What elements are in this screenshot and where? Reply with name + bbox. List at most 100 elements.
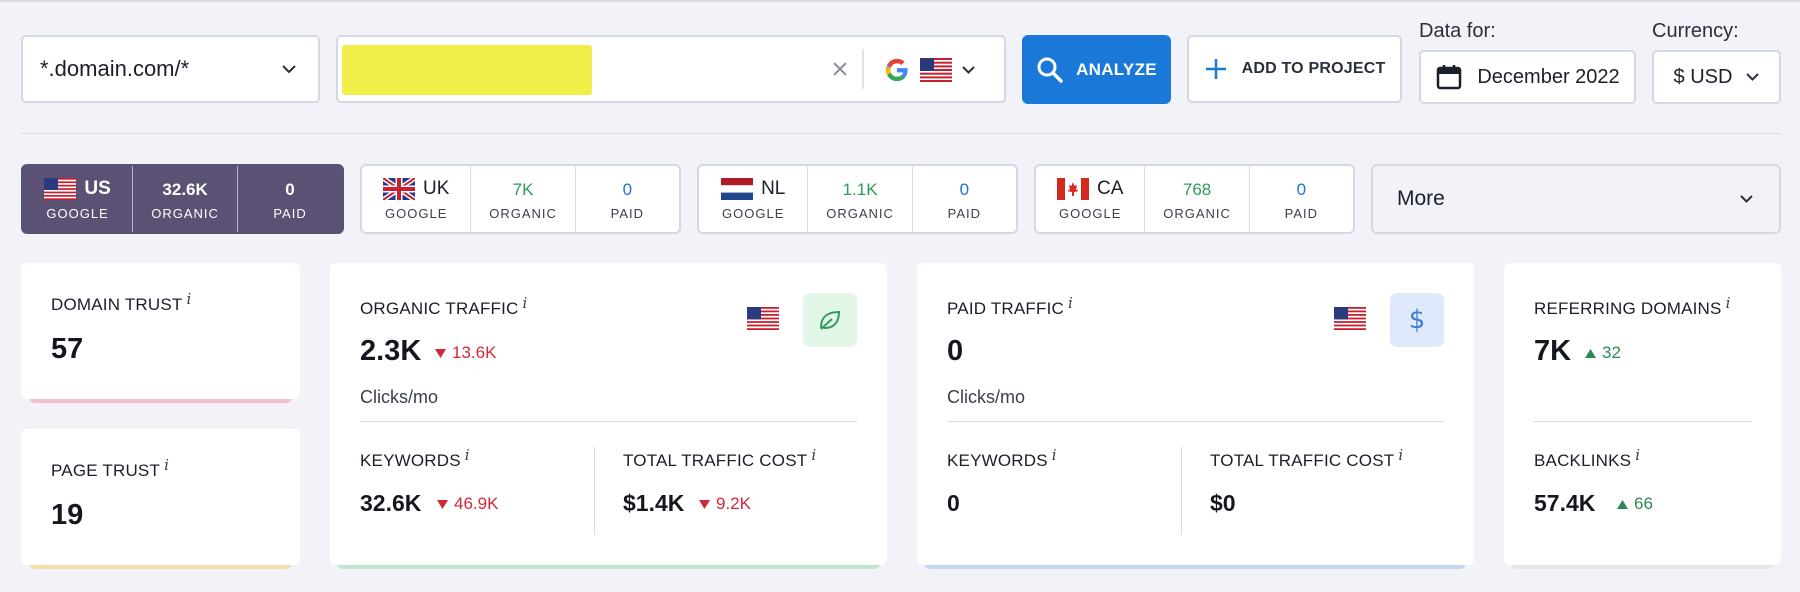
backlinks-delta: 66 <box>1617 494 1653 514</box>
domain-trust-title: DOMAIN TRUST i <box>51 290 192 314</box>
info-icon[interactable]: i <box>1726 294 1731 312</box>
info-icon[interactable]: i <box>164 456 169 474</box>
analyze-button[interactable]: ANALYZE <box>1022 35 1171 104</box>
paid-label: PAID <box>1284 205 1319 221</box>
page-trust-title: PAGE TRUST i <box>51 456 170 480</box>
domain-trust-card: DOMAIN TRUST i 57 <box>21 263 300 399</box>
organic-keywords-delta: 46.9K <box>437 494 498 514</box>
paid-count: 0 <box>622 179 633 199</box>
engine-label: GOOGLE <box>722 205 785 221</box>
organic-traffic-title: ORGANIC TRAFFIC i <box>360 294 528 318</box>
country-tab-nl[interactable]: NL GOOGLE 1.1K ORGANIC 0 PAID <box>697 164 1018 234</box>
referring-domains-card: REFERRING DOMAINS i 7K 32 BACKLINKS i 57.4… <box>1504 263 1781 565</box>
info-icon[interactable]: i <box>1398 446 1403 464</box>
add-to-project-button[interactable]: ADD TO PROJECT <box>1187 35 1402 103</box>
country-tab-us-engine: US GOOGLE <box>23 166 132 232</box>
engine-label: GOOGLE <box>46 205 109 221</box>
paid-count: 0 <box>1296 179 1307 199</box>
paid-traffic-card: PAID TRAFFIC i $ 0 Clicks/mo KEYWORDS i 0 … <box>917 263 1474 565</box>
country-code: UK <box>423 177 450 199</box>
info-icon[interactable]: i <box>465 446 470 464</box>
arrow-down-icon <box>435 348 446 358</box>
country-tab-uk[interactable]: UK GOOGLE 7K ORGANIC 0 PAID <box>360 164 681 234</box>
organic-count: 768 <box>1182 179 1212 199</box>
country-tab-uk-engine: UK GOOGLE <box>362 166 470 232</box>
organic-cost-title: TOTAL TRAFFIC COST i <box>623 446 817 470</box>
organic-keywords-value: 32.6K <box>360 490 422 516</box>
referring-domains-delta: 32 <box>1585 343 1621 363</box>
search-divider <box>862 49 864 89</box>
us-flag-icon <box>920 58 952 82</box>
country-tab-us[interactable]: US GOOGLE 32.6K ORGANIC 0 PAID <box>21 164 344 234</box>
divider <box>1181 447 1182 535</box>
page-trust-card: PAGE TRUST i 19 <box>21 429 300 565</box>
plus-icon <box>1205 59 1226 79</box>
backlinks-title: BACKLINKS i <box>1534 446 1641 470</box>
add-to-project-label: ADD TO PROJECT <box>1241 60 1386 77</box>
paid-label: PAID <box>273 205 307 221</box>
info-icon[interactable]: i <box>186 290 191 308</box>
us-flag-icon <box>44 177 77 200</box>
clear-search-button[interactable] <box>822 51 858 87</box>
info-icon[interactable]: i <box>811 446 816 464</box>
date-select[interactable]: December 2022 <box>1419 50 1636 104</box>
date-value: December 2022 <box>1477 65 1620 88</box>
paid-badge: $ <box>1390 293 1444 347</box>
dollar-icon: $ <box>1408 305 1426 335</box>
paid-cost-value: $0 <box>1210 490 1236 516</box>
engine-label: GOOGLE <box>385 205 448 221</box>
search-engine-select[interactable] <box>878 47 998 93</box>
divider <box>1534 421 1751 422</box>
paid-label: PAID <box>610 205 645 221</box>
divider <box>360 421 857 422</box>
currency-select[interactable]: $ USD <box>1652 50 1781 104</box>
google-logo-icon <box>885 58 908 82</box>
leaf-icon <box>819 310 841 330</box>
page-trust-value: 19 <box>51 499 84 531</box>
domain-mode-select[interactable]: *.domain.com/* <box>21 35 320 103</box>
ca-flag-icon <box>1057 177 1090 200</box>
divider <box>594 447 595 535</box>
info-icon[interactable]: i <box>1052 446 1057 464</box>
country-code: US <box>84 177 111 199</box>
organic-cost-delta: 9.2K <box>699 494 751 514</box>
chevron-down-icon <box>1746 73 1760 81</box>
organic-label: ORGANIC <box>151 205 219 221</box>
us-flag-icon <box>747 307 779 330</box>
arrow-up-icon <box>1585 348 1596 358</box>
info-icon[interactable]: i <box>1068 294 1073 312</box>
country-tab-ca[interactable]: CA GOOGLE 768 ORGANIC 0 PAID <box>1034 164 1355 234</box>
nl-flag-icon <box>721 177 754 200</box>
organic-traffic-unit: Clicks/mo <box>360 387 439 407</box>
chevron-down-icon <box>282 64 296 74</box>
close-icon <box>833 62 847 76</box>
paid-count-cell: 0 PAID <box>911 166 1016 232</box>
arrow-up-icon <box>1617 499 1628 509</box>
organic-label: ORGANIC <box>489 205 557 221</box>
paid-count-cell: 0 PAID <box>1248 166 1353 232</box>
organic-traffic-delta: 13.6K <box>435 343 496 363</box>
chevron-down-icon <box>962 66 975 74</box>
search-box <box>336 35 1006 103</box>
country-code: CA <box>1097 177 1124 199</box>
organic-traffic-value: 2.3K <box>360 335 422 367</box>
paid-traffic-title: PAID TRAFFIC i <box>947 294 1074 318</box>
divider <box>21 133 1781 134</box>
organic-badge <box>803 293 857 347</box>
more-countries-select[interactable]: More <box>1371 164 1781 234</box>
info-icon[interactable]: i <box>523 294 528 312</box>
chevron-down-icon <box>1740 195 1753 203</box>
currency-value: $ USD <box>1673 65 1733 88</box>
top-border <box>0 0 1800 2</box>
paid-keywords-value: 0 <box>947 490 960 516</box>
arrow-down-icon <box>699 499 710 509</box>
paid-count: 0 <box>959 179 970 199</box>
calendar-icon <box>1437 65 1462 90</box>
engine-label: GOOGLE <box>1059 205 1122 221</box>
domain-mode-value: *.domain.com/* <box>40 56 190 81</box>
info-icon[interactable]: i <box>1635 446 1640 464</box>
country-code: NL <box>761 177 786 199</box>
uk-flag-icon <box>383 177 416 200</box>
currency-label: Currency: <box>1652 20 1739 42</box>
referring-domains-title: REFERRING DOMAINS i <box>1534 294 1731 318</box>
